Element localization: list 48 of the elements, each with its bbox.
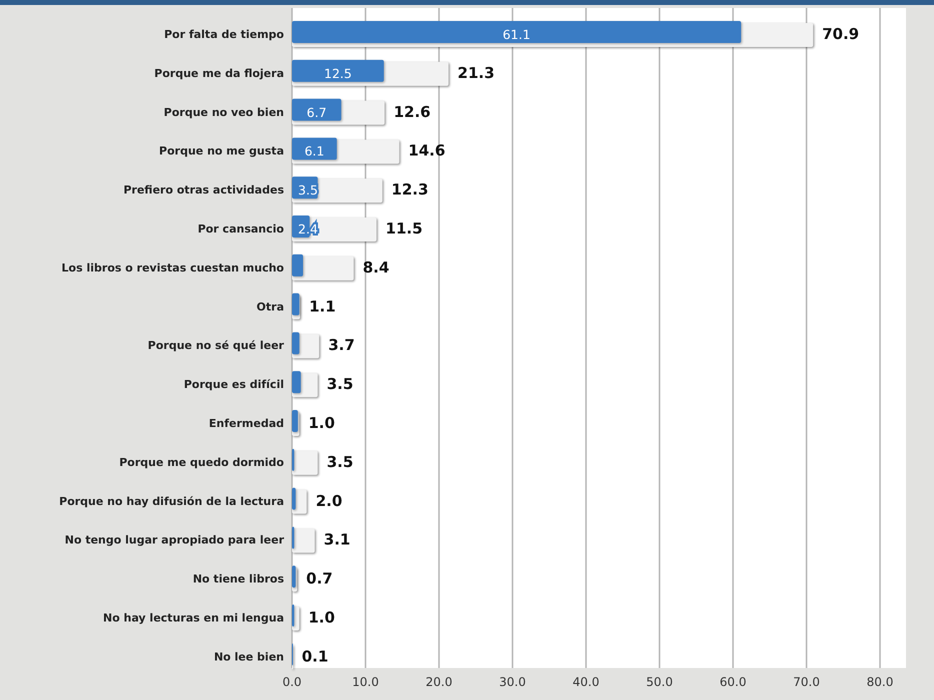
tick-label: 70.0: [793, 675, 820, 689]
category-label: Porque no veo bien: [164, 106, 284, 119]
category-label: Por cansancio: [198, 222, 284, 236]
tick-label: 30.0: [499, 675, 526, 689]
category-label: Enfermedad: [208, 417, 284, 430]
category-label: No tengo lugar apropiado para leer: [64, 534, 284, 547]
value-label: 12.5: [324, 66, 352, 81]
category-label: Los libros o revistas cuestan mucho: [62, 261, 284, 274]
category-label: No lee bien: [214, 650, 284, 664]
category-label: Por falta de tiempo: [164, 28, 284, 41]
value-label: 11.5: [386, 220, 423, 238]
value-label: 0.1: [302, 647, 328, 666]
value-label: 3.1: [324, 530, 350, 549]
value-label: 1.0: [308, 608, 335, 626]
value-label: 3.7: [328, 336, 355, 354]
category-label: Porque no sé qué leer: [148, 339, 284, 352]
tick-label: 50.0: [646, 675, 673, 689]
value-label: 70.9: [822, 25, 860, 43]
category-label: Porque no me gusta: [159, 144, 284, 158]
category-label: Porque es difícil: [184, 378, 284, 392]
value-label: 8.4: [362, 258, 390, 276]
tick-label: 40.0: [572, 675, 600, 689]
category-label: Porque me da flojera: [154, 66, 284, 80]
tick-label: 10.0: [352, 675, 379, 689]
value-label: 1.0: [308, 414, 335, 432]
category-label: No tiene libros: [192, 572, 284, 586]
value-label: 6.1: [304, 144, 324, 159]
category-label: Prefiero otras actividades: [123, 184, 284, 197]
value-label: 3.5: [326, 375, 354, 394]
category-label: Otra: [256, 300, 284, 314]
tick-label: 60.0: [720, 675, 746, 689]
value-label: 1.1: [309, 297, 336, 316]
value-label: 2.0: [316, 492, 342, 510]
value-label: 0.7: [306, 570, 333, 588]
value-label: 6.7: [306, 104, 327, 120]
value-label: 21.3: [458, 64, 495, 82]
value-label: 12.3: [391, 180, 428, 199]
tick-label: 80.0: [866, 675, 894, 689]
value-label: 3.5: [326, 452, 354, 471]
value-label: 61.1: [502, 27, 530, 42]
value-label: 12.6: [394, 102, 431, 121]
tick-label: 20.0: [426, 675, 452, 689]
value-label: 3.5: [298, 182, 318, 198]
category-label: Porque no hay difusión de la lectura: [59, 494, 284, 508]
category-label: No hay lecturas en mi lengua: [103, 612, 284, 624]
tick-label: 0.0: [282, 675, 302, 689]
category-label: Porque me quedo dormido: [119, 456, 284, 469]
value-label: 14.6: [408, 142, 446, 160]
